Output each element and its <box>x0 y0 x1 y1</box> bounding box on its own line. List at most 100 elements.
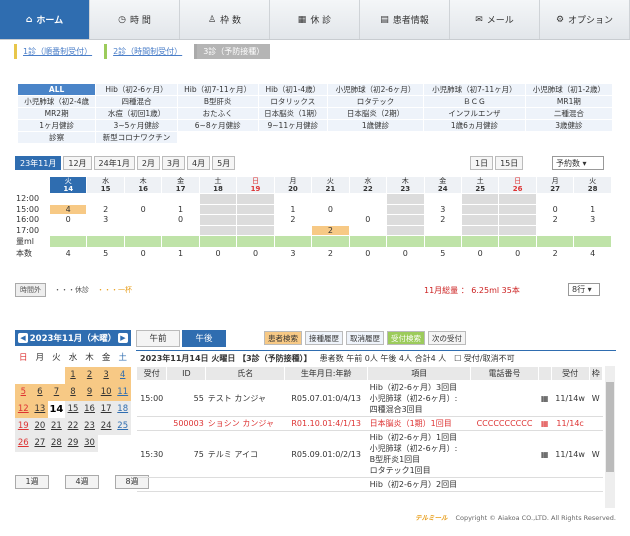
schedule-cell[interactable] <box>86 224 125 237</box>
day-header-18[interactable]: 土 18 <box>198 176 238 194</box>
schedule-cell[interactable]: 0 <box>386 247 425 261</box>
calendar-day[interactable]: 19 <box>15 418 32 435</box>
schedule-cell[interactable]: 0 <box>48 214 88 226</box>
schedule-cell[interactable] <box>198 214 238 226</box>
nav-tab-3[interactable]: ▦ 休 診 <box>270 0 360 39</box>
schedule-cell[interactable]: 3 <box>273 247 313 261</box>
calendar-day[interactable]: 26 <box>15 435 32 452</box>
schedule-cell[interactable] <box>573 224 612 237</box>
schedule-cell[interactable] <box>498 224 537 237</box>
schedule-cell[interactable] <box>311 214 350 226</box>
vaccine-filter-3-5[interactable]: 1歳6ヵ月健診 <box>423 119 526 132</box>
schedule-cell[interactable] <box>348 193 388 205</box>
schedule-cell[interactable] <box>236 214 275 226</box>
calendar-day[interactable]: 16 <box>81 401 98 418</box>
vaccine-filter-2-1[interactable]: 水痘（初回1歳） <box>95 107 178 120</box>
schedule-cell[interactable]: 0 <box>460 247 500 261</box>
day-header-20[interactable]: 月 20 <box>273 176 313 194</box>
schedule-cell[interactable] <box>498 203 537 216</box>
row-select[interactable]: 8行 ▾ <box>568 283 600 296</box>
calendar-day[interactable]: 9 <box>81 384 98 401</box>
schedule-cell[interactable] <box>498 214 537 226</box>
schedule-cell[interactable]: 2 <box>311 247 350 261</box>
vaccine-filter-0-1[interactable]: Hib（初2-6ヶ月） <box>95 83 178 96</box>
calendar-day[interactable]: 20 <box>31 418 49 435</box>
vaccine-filter-0-0[interactable]: ALL <box>16 83 97 96</box>
day-header-25[interactable]: 土 25 <box>460 176 500 194</box>
schedule-cell[interactable]: 1 <box>573 203 612 216</box>
vaccine-filter-0-6[interactable]: 小児肺球（初1-2歳） <box>524 83 614 96</box>
vaccine-filter-4-0[interactable]: 診察 <box>16 131 97 144</box>
schedule-cell[interactable]: 2 <box>311 224 350 237</box>
vaccine-filter-2-6[interactable]: 二種混合 <box>524 107 614 120</box>
month-tab-0[interactable]: 23年11月 <box>15 156 62 170</box>
schedule-cell[interactable]: 0 <box>311 203 350 216</box>
vaccine-filter-0-5[interactable]: 小児肺球（初7-11ヶ月） <box>423 83 526 96</box>
vaccine-filter-0-4[interactable]: 小児肺球（初2-6ヶ月） <box>326 83 425 96</box>
week-button-0[interactable]: 1週 <box>15 475 49 489</box>
calendar-day[interactable]: 4 <box>114 367 131 384</box>
schedule-cell[interactable]: 0 <box>161 214 200 226</box>
vaccine-filter-2-5[interactable]: インフルエンザ <box>423 107 526 120</box>
schedule-cell[interactable]: 4 <box>573 247 612 261</box>
schedule-cell[interactable]: 2 <box>535 214 575 226</box>
vaccine-filter-1-3[interactable]: ロタリックス <box>257 95 328 108</box>
calendar-day[interactable]: 23 <box>81 418 98 435</box>
vaccine-filter-1-4[interactable]: ロタテック <box>326 95 425 108</box>
calendar-day[interactable]: 18 <box>114 401 131 418</box>
schedule-cell[interactable]: 2 <box>273 214 313 226</box>
calendar-day[interactable]: 13 <box>31 401 49 418</box>
history-button-3[interactable]: 受付検索 <box>387 331 425 345</box>
history-button-2[interactable]: 取消履歴 <box>346 331 384 345</box>
calendar-day[interactable]: 11 <box>114 384 131 401</box>
schedule-cell[interactable]: 1 <box>161 247 200 261</box>
nav-tab-5[interactable]: ✉ メール <box>450 0 540 39</box>
calendar-day[interactable]: 17 <box>97 401 115 418</box>
vaccine-filter-4-1[interactable]: 新型コロナワクチン <box>95 131 178 144</box>
calendar-day[interactable]: 12 <box>15 401 32 418</box>
schedule-cell[interactable]: 3 <box>423 203 462 216</box>
schedule-cell[interactable]: 3 <box>86 214 125 226</box>
schedule-cell[interactable] <box>161 193 200 205</box>
schedule-cell[interactable] <box>161 224 200 237</box>
schedule-cell[interactable] <box>573 193 612 205</box>
schedule-cell[interactable] <box>123 193 163 205</box>
schedule-cell[interactable] <box>573 235 612 249</box>
vaccine-filter-1-2[interactable]: B型肝炎 <box>176 95 259 108</box>
calendar-day[interactable]: 30 <box>81 435 98 452</box>
day-header-28[interactable]: 火 28 <box>573 176 612 194</box>
vaccine-filter-2-3[interactable]: 日本脳炎（1期） <box>257 107 328 120</box>
vaccine-filter-2-2[interactable]: おたふく <box>176 107 259 120</box>
calendar-day[interactable]: 14 <box>48 401 65 418</box>
schedule-cell[interactable] <box>348 203 388 216</box>
calendar-day[interactable]: 7 <box>48 384 65 401</box>
vaccine-filter-0-2[interactable]: Hib（初7-11ヶ月） <box>176 83 259 96</box>
schedule-cell[interactable] <box>86 235 125 249</box>
schedule-cell[interactable]: 3 <box>573 214 612 226</box>
schedule-cell[interactable] <box>198 193 238 205</box>
calendar-day[interactable]: 8 <box>64 384 82 401</box>
calendar-day[interactable]: 29 <box>64 435 82 452</box>
schedule-cell[interactable]: 2 <box>423 214 462 226</box>
schedule-cell[interactable]: 4 <box>48 203 88 216</box>
day-header-17[interactable]: 金 17 <box>161 176 200 194</box>
vaccine-filter-2-4[interactable]: 日本脳炎（2期） <box>326 107 425 120</box>
schedule-cell[interactable]: 0 <box>535 203 575 216</box>
schedule-cell[interactable]: 1 <box>161 203 200 216</box>
table-row[interactable]: Hib（初2-6ヶ月）2回目 <box>136 477 603 492</box>
nav-tab-0[interactable]: ⌂ ホーム <box>0 0 90 39</box>
vaccine-filter-3-0[interactable]: 1ヶ月健診 <box>16 119 97 132</box>
vaccine-filter-1-1[interactable]: 四種混合 <box>95 95 178 108</box>
day-header-19[interactable]: 日 19 <box>236 176 275 194</box>
calendar-day[interactable]: 3 <box>97 367 115 384</box>
calendar-day[interactable]: 2 <box>81 367 98 384</box>
schedule-cell[interactable] <box>386 193 425 205</box>
month-tab-6[interactable]: 5月 <box>212 156 236 170</box>
schedule-cell[interactable] <box>86 193 125 205</box>
schedule-cell[interactable]: 1 <box>273 203 313 216</box>
history-button-0[interactable]: 患者検索 <box>264 331 302 345</box>
day-header-15[interactable]: 水 15 <box>86 176 125 194</box>
subtab-2[interactable]: 2診（時間制受付） <box>104 44 188 59</box>
range-button-0[interactable]: 1日 <box>470 156 494 170</box>
calendar-day[interactable]: 28 <box>48 435 65 452</box>
